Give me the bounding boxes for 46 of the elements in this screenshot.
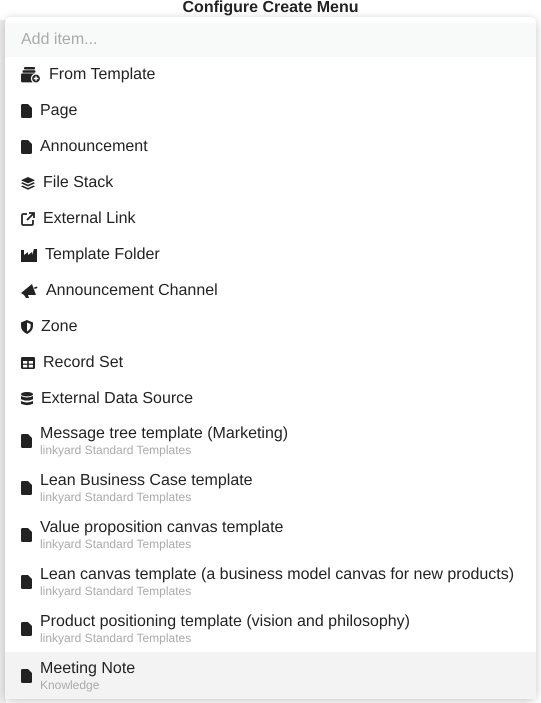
layers-icon xyxy=(21,176,35,190)
menu-item[interactable]: Template Folder xyxy=(5,237,536,273)
file-icon xyxy=(21,574,32,588)
menu-item[interactable]: From Template xyxy=(5,57,536,93)
file-icon xyxy=(21,104,32,118)
item-label: Value proposition canvas template xyxy=(40,518,284,537)
menu-item[interactable]: Announcement xyxy=(5,129,536,165)
menu-item[interactable]: Announcement Channel xyxy=(5,273,536,309)
menu-item[interactable]: Page xyxy=(5,93,536,129)
file-icon xyxy=(21,668,32,682)
item-label: Lean canvas template (a business model canvas for new products) xyxy=(40,565,514,584)
menu-item[interactable]: File Stack xyxy=(5,165,536,201)
table-icon xyxy=(21,357,35,369)
factory-icon xyxy=(21,248,37,262)
megaphone-icon xyxy=(21,284,38,298)
item-label: Meeting Note xyxy=(40,659,136,678)
menu-item[interactable]: Meeting Note Knowledge xyxy=(5,652,536,699)
dialog-title: Configure Create Menu xyxy=(181,0,360,16)
item-source: linkyard Standard Templates xyxy=(40,443,192,457)
menu-item[interactable]: Zone xyxy=(5,309,536,345)
menu-item[interactable]: Product positioning template (vision and philosophy) linkyard Standard Templates xyxy=(5,605,536,652)
shield-icon xyxy=(21,320,33,334)
menu-item[interactable]: External Data Source xyxy=(5,381,536,417)
database-icon xyxy=(21,392,33,406)
external-link-icon xyxy=(21,212,35,226)
search-field[interactable]: Add item... xyxy=(5,23,536,57)
file-icon xyxy=(21,528,32,542)
menu-item[interactable]: Record Set xyxy=(5,345,536,381)
item-label: Lean Business Case template xyxy=(40,471,253,490)
item-label: Product positioning template (vision and philosophy) xyxy=(40,612,410,631)
menu-item[interactable]: Lean Business Case template linkyard Standard Templates xyxy=(5,464,536,511)
item-source: linkyard Standard Templates xyxy=(40,537,192,551)
file-icon xyxy=(21,622,32,636)
file-icon xyxy=(21,480,32,494)
item-source: linkyard Standard Templates xyxy=(40,631,192,645)
item-source: linkyard Standard Templates xyxy=(40,490,192,504)
item-source: Knowledge xyxy=(40,678,100,692)
box-plus-icon xyxy=(21,67,41,83)
item-source: linkyard Standard Templates xyxy=(40,584,192,598)
menu-item[interactable]: External Link xyxy=(5,201,536,237)
item-label: Message tree template (Marketing) xyxy=(40,424,288,443)
menu-item[interactable]: Value proposition canvas template linkyard Standard Templates xyxy=(5,511,536,558)
menu-item[interactable]: Message tree template (Marketing) linkyard Standard Templates xyxy=(5,417,536,464)
menu-item[interactable]: Lean canvas template (a business model canvas for new products) linkyard Standard Templates xyxy=(5,558,536,605)
file-icon xyxy=(21,140,32,154)
file-icon xyxy=(21,434,32,448)
